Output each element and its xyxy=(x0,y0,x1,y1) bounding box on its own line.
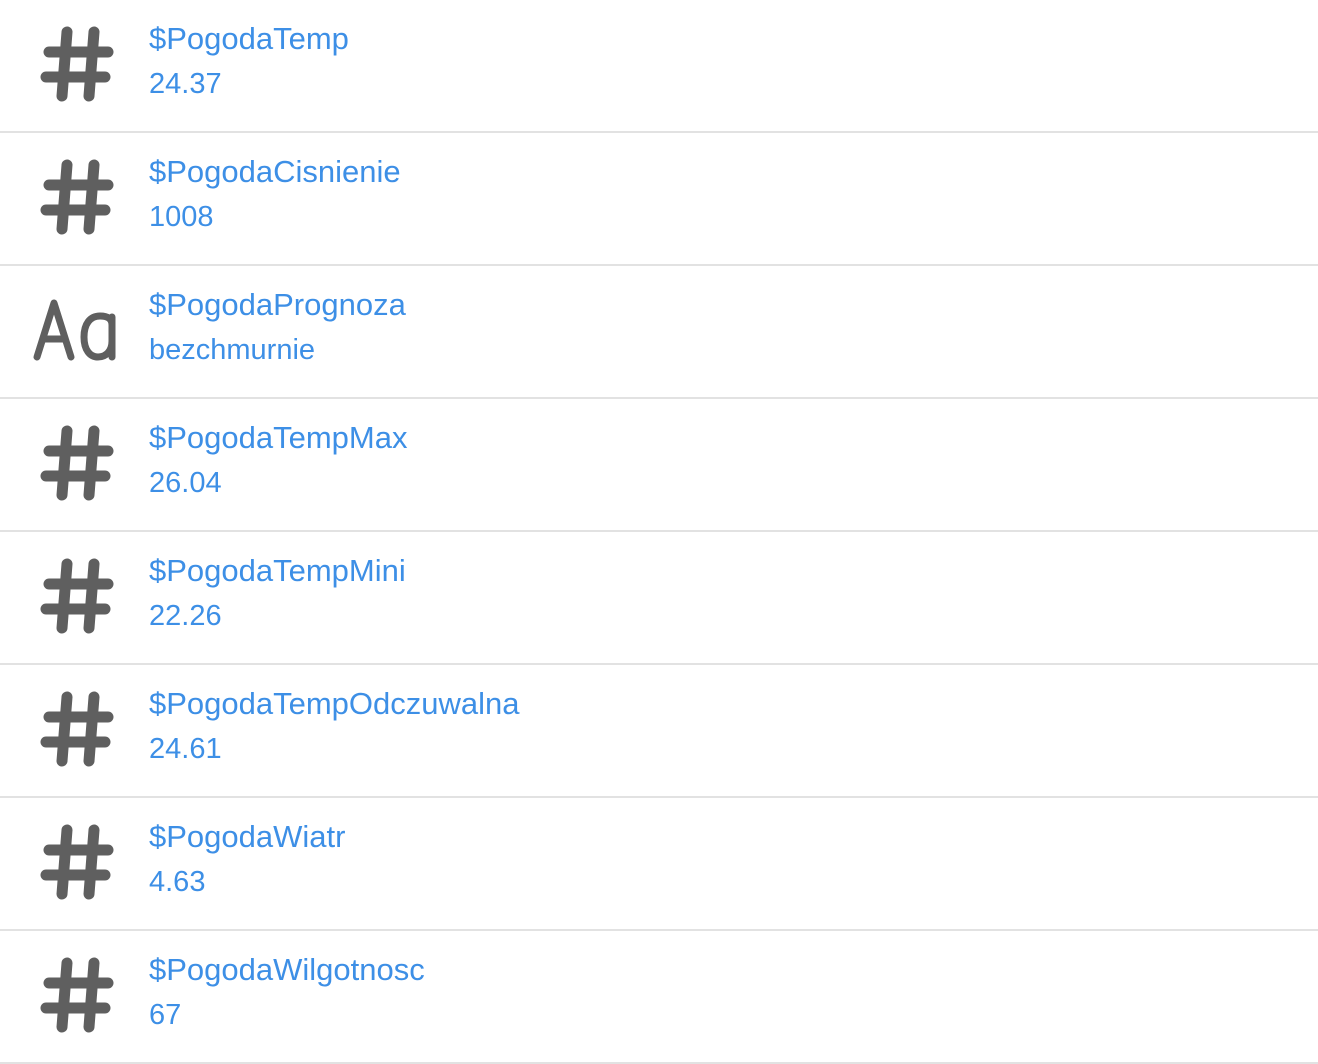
list-item[interactable]: $PogodaCisnienie 1008 xyxy=(0,133,1318,266)
variable-value: 26.04 xyxy=(149,467,222,499)
hash-icon xyxy=(32,556,122,636)
variable-name: $PogodaTempMax xyxy=(149,420,408,455)
hash-icon xyxy=(32,822,122,902)
variable-name: $PogodaTemp xyxy=(149,21,349,56)
hash-icon xyxy=(32,955,122,1035)
variable-name: $PogodaPrognoza xyxy=(149,287,406,322)
variable-value: 4.63 xyxy=(149,866,206,898)
list-item[interactable]: $PogodaPrognoza bezchmurnie xyxy=(0,266,1318,399)
hash-icon xyxy=(32,24,122,104)
list-item[interactable]: $PogodaWiatr 4.63 xyxy=(0,798,1318,931)
text-aa-icon xyxy=(32,290,122,370)
variable-value: 24.37 xyxy=(149,68,222,100)
variable-name: $PogodaWiatr xyxy=(149,819,346,854)
list-item[interactable]: $PogodaTempMini 22.26 xyxy=(0,532,1318,665)
hash-icon xyxy=(32,689,122,769)
hash-icon xyxy=(32,157,122,237)
variable-name: $PogodaCisnienie xyxy=(149,154,401,189)
hash-icon xyxy=(32,423,122,503)
variable-name: $PogodaWilgotnosc xyxy=(149,952,425,987)
variable-value: 24.61 xyxy=(149,733,222,765)
list-item[interactable]: $PogodaTemp 24.37 xyxy=(0,0,1318,133)
list-item[interactable]: $PogodaTempOdczuwalna 24.61 xyxy=(0,665,1318,798)
list-item[interactable]: $PogodaTempMax 26.04 xyxy=(0,399,1318,532)
variable-name: $PogodaTempMini xyxy=(149,553,406,588)
variable-name: $PogodaTempOdczuwalna xyxy=(149,686,520,721)
variable-value: 1008 xyxy=(149,201,214,233)
list-item[interactable]: $PogodaWilgotnosc 67 xyxy=(0,931,1318,1064)
variable-value: 22.26 xyxy=(149,600,222,632)
variable-value: 67 xyxy=(149,999,182,1031)
variable-list: $PogodaTemp 24.37 $PogodaCisnienie 1008 xyxy=(0,0,1318,1064)
variable-value: bezchmurnie xyxy=(149,334,316,366)
